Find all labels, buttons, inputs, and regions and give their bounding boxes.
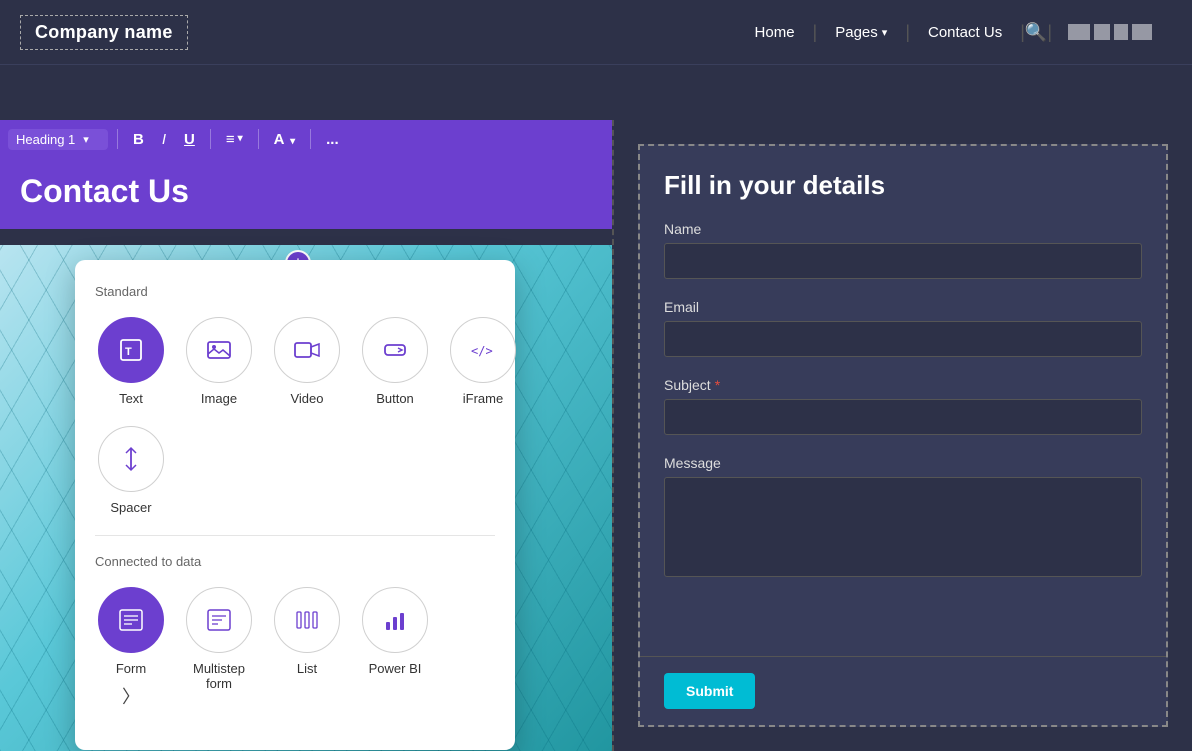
email-input[interactable] [664, 321, 1142, 357]
picker-text[interactable]: T Text [95, 317, 167, 406]
toolbar-sep-2 [210, 129, 211, 149]
spacer-icon-circle [98, 426, 164, 492]
picker-spacer[interactable]: Spacer [95, 426, 167, 515]
more-options-button[interactable]: ... [320, 130, 345, 149]
chevron-down-icon: ▾ [290, 136, 295, 147]
iframe-icon-circle: </> [450, 317, 516, 383]
image-icon-circle [186, 317, 252, 383]
spacer-label: Spacer [110, 500, 151, 515]
nav-sep-4: | [1047, 22, 1052, 43]
align-button[interactable]: ≡ ▾ [220, 130, 249, 149]
underline-button[interactable]: U [178, 130, 201, 149]
picker-list[interactable]: List [271, 587, 343, 706]
form-label: Form [116, 661, 146, 676]
iframe-label: iFrame [463, 391, 503, 406]
nav-pages[interactable]: Pages ▾ [817, 24, 905, 41]
connected-section-label: Connected to data [95, 554, 495, 569]
page-heading[interactable]: Contact Us [20, 174, 592, 209]
color-button[interactable]: A ▾ [268, 130, 301, 149]
heading-style-select[interactable]: Heading 1 ▾ [8, 129, 108, 150]
svg-text:T: T [125, 346, 132, 358]
bold-button[interactable]: B [127, 130, 150, 149]
chevron-down-icon: ▾ [882, 26, 888, 39]
message-input[interactable] [664, 477, 1142, 577]
form-container: Fill in your details Name Email Subject [638, 144, 1168, 727]
text-label: Text [119, 391, 143, 406]
block-picker-popup: Standard T Text [75, 260, 515, 750]
subject-label: Subject * [664, 377, 1142, 393]
button-icon-circle [362, 317, 428, 383]
picker-button[interactable]: Button [359, 317, 431, 406]
image-label: Image [201, 391, 237, 406]
subject-input[interactable] [664, 399, 1142, 435]
brand-logo[interactable]: Company name [20, 15, 188, 50]
picker-image[interactable]: Image [183, 317, 255, 406]
chevron-down-icon: ▾ [238, 134, 243, 144]
left-panel: Heading 1 ▾ B I U ≡ ▾ A ▾ ... Contact Us [0, 120, 612, 751]
search-icon[interactable]: 🔍 [1025, 22, 1047, 43]
form-title: Fill in your details [664, 170, 1142, 201]
picker-form[interactable]: Form 〉 [95, 587, 167, 706]
connected-items-grid: Form 〉 Multistepform [95, 587, 495, 706]
svg-text:</>: </> [471, 344, 493, 358]
picker-video[interactable]: Video [271, 317, 343, 406]
view-icon-desktop[interactable] [1068, 24, 1090, 40]
main-area: Heading 1 ▾ B I U ≡ ▾ A ▾ ... Contact Us [0, 120, 1192, 751]
button-label: Button [376, 391, 414, 406]
nav-home[interactable]: Home [737, 24, 813, 41]
required-star: * [715, 377, 720, 393]
powerbi-label: Power BI [369, 661, 422, 676]
list-icon-circle [274, 587, 340, 653]
text-icon-circle: T [98, 317, 164, 383]
form-icon-circle [98, 587, 164, 653]
chevron-down-icon: ▾ [83, 133, 89, 146]
right-panel: Fill in your details Name Email Subject [612, 120, 1192, 751]
message-field-group: Message [664, 455, 1142, 598]
nav-contact[interactable]: Contact Us [910, 24, 1020, 41]
popup-divider [95, 535, 495, 536]
name-input[interactable] [664, 243, 1142, 279]
list-label: List [297, 661, 317, 676]
italic-button[interactable]: I [156, 130, 172, 149]
toolbar-sep-3 [258, 129, 259, 149]
picker-powerbi[interactable]: Power BI [359, 587, 431, 706]
view-toggle-group [1068, 24, 1152, 40]
video-label: Video [290, 391, 323, 406]
powerbi-icon-circle [362, 587, 428, 653]
cursor-icon: 〉 [122, 688, 140, 706]
picker-multistep[interactable]: Multistepform [183, 587, 255, 706]
submit-button[interactable]: Submit [664, 673, 755, 709]
spacer-items-grid: Spacer [95, 426, 495, 515]
multistep-label: Multistepform [193, 661, 245, 691]
nav-links: Home | Pages ▾ | Contact Us | 🔍 | [737, 22, 1152, 43]
topnav: Company name Home | Pages ▾ | Contact Us… [0, 0, 1192, 65]
toolbar-sep-4 [310, 129, 311, 149]
name-label: Name [664, 221, 1142, 237]
subject-field-group: Subject * [664, 377, 1142, 451]
picker-iframe[interactable]: </> iFrame [447, 317, 519, 406]
standard-section-label: Standard [95, 284, 495, 299]
standard-items-grid: T Text Image [95, 317, 495, 406]
name-field-group: Name [664, 221, 1142, 295]
email-label: Email [664, 299, 1142, 315]
email-field-group: Email [664, 299, 1142, 373]
message-label: Message [664, 455, 1142, 471]
heading-block[interactable]: Contact Us [0, 158, 612, 229]
submit-bar: Submit [640, 656, 1166, 725]
toolbar-sep-1 [117, 129, 118, 149]
page-spacer [0, 65, 1192, 120]
view-icon-mobile[interactable] [1114, 24, 1128, 40]
editor-toolbar: Heading 1 ▾ B I U ≡ ▾ A ▾ ... [0, 120, 612, 158]
multistep-icon-circle [186, 587, 252, 653]
view-icon-tablet[interactable] [1094, 24, 1110, 40]
view-icon-other[interactable] [1132, 24, 1152, 40]
video-icon-circle [274, 317, 340, 383]
